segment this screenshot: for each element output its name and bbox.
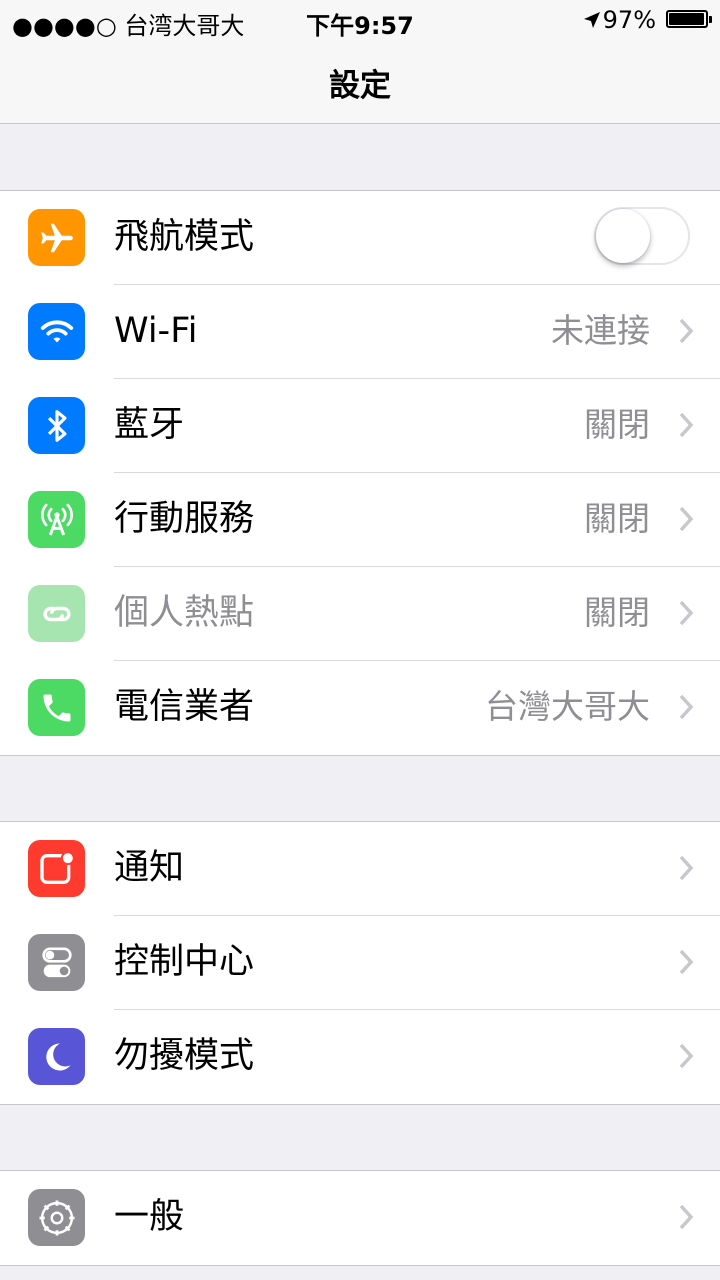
gear-icon	[28, 1189, 85, 1246]
settings-group-connectivity: 飛航模式 Wi-Fi 未連接 藍牙 關閉 行動服務 關閉 個人熱點 關閉 電信業…	[0, 190, 720, 756]
battery-percent: 97%	[602, 6, 656, 34]
setting-value: 未連接	[551, 311, 650, 350]
battery-icon	[666, 10, 712, 28]
setting-label: 個人熱點	[114, 593, 255, 633]
setting-row-cellular[interactable]: 行動服務 關閉	[0, 473, 720, 567]
setting-row-general[interactable]: 一般	[0, 1171, 720, 1265]
setting-value: 關閉	[584, 405, 650, 444]
chevron-right-icon	[679, 1043, 694, 1069]
cellular-antenna-icon	[28, 491, 85, 548]
location-arrow-icon	[584, 12, 600, 28]
setting-value: 關閉	[584, 593, 650, 632]
settings-group-general: 一般	[0, 1170, 720, 1266]
phone-icon	[28, 679, 85, 736]
airplane-mode-toggle[interactable]	[594, 207, 690, 265]
setting-row-carrier[interactable]: 電信業者 台灣大哥大	[0, 661, 720, 755]
chevron-right-icon	[679, 318, 694, 344]
chevron-right-icon	[679, 949, 694, 975]
navigation-bar: 設定	[0, 40, 720, 124]
setting-value: 台灣大哥大	[485, 687, 650, 726]
page-title: 設定	[329, 68, 391, 104]
bluetooth-icon	[28, 397, 85, 454]
moon-icon	[28, 1028, 85, 1085]
chevron-right-icon	[679, 694, 694, 720]
airplane-icon	[28, 209, 85, 266]
hotspot-link-icon	[28, 585, 85, 642]
setting-row-control-center[interactable]: 控制中心	[0, 916, 720, 1010]
setting-row-airplane-mode[interactable]: 飛航模式	[0, 191, 720, 285]
wifi-icon	[28, 303, 85, 360]
chevron-right-icon	[679, 412, 694, 438]
setting-label: Wi-Fi	[114, 311, 198, 351]
setting-label: 飛航模式	[114, 217, 255, 257]
setting-row-notifications[interactable]: 通知	[0, 822, 720, 916]
settings-group-notifications: 通知 控制中心 勿擾模式	[0, 821, 720, 1105]
setting-label: 一般	[114, 1197, 185, 1237]
chevron-right-icon	[679, 506, 694, 532]
chevron-right-icon	[679, 1204, 694, 1230]
setting-label: 電信業者	[114, 687, 255, 727]
chevron-right-icon	[679, 600, 694, 626]
setting-label: 藍牙	[114, 405, 185, 445]
notifications-icon	[28, 840, 85, 897]
setting-row-personal-hotspot[interactable]: 個人熱點 關閉	[0, 567, 720, 661]
setting-label: 通知	[114, 848, 185, 888]
chevron-right-icon	[679, 855, 694, 881]
setting-label: 控制中心	[114, 942, 255, 982]
status-bar: ●●●●○ 台湾大哥大 下午9:57 97%	[0, 0, 720, 40]
setting-row-do-not-disturb[interactable]: 勿擾模式	[0, 1010, 720, 1104]
setting-row-bluetooth[interactable]: 藍牙 關閉	[0, 379, 720, 473]
control-center-icon	[28, 934, 85, 991]
setting-value: 關閉	[584, 499, 650, 538]
setting-label: 勿擾模式	[114, 1036, 255, 1076]
setting-row-wifi[interactable]: Wi-Fi 未連接	[0, 285, 720, 379]
setting-label: 行動服務	[114, 499, 255, 539]
toggle-knob	[596, 209, 650, 263]
